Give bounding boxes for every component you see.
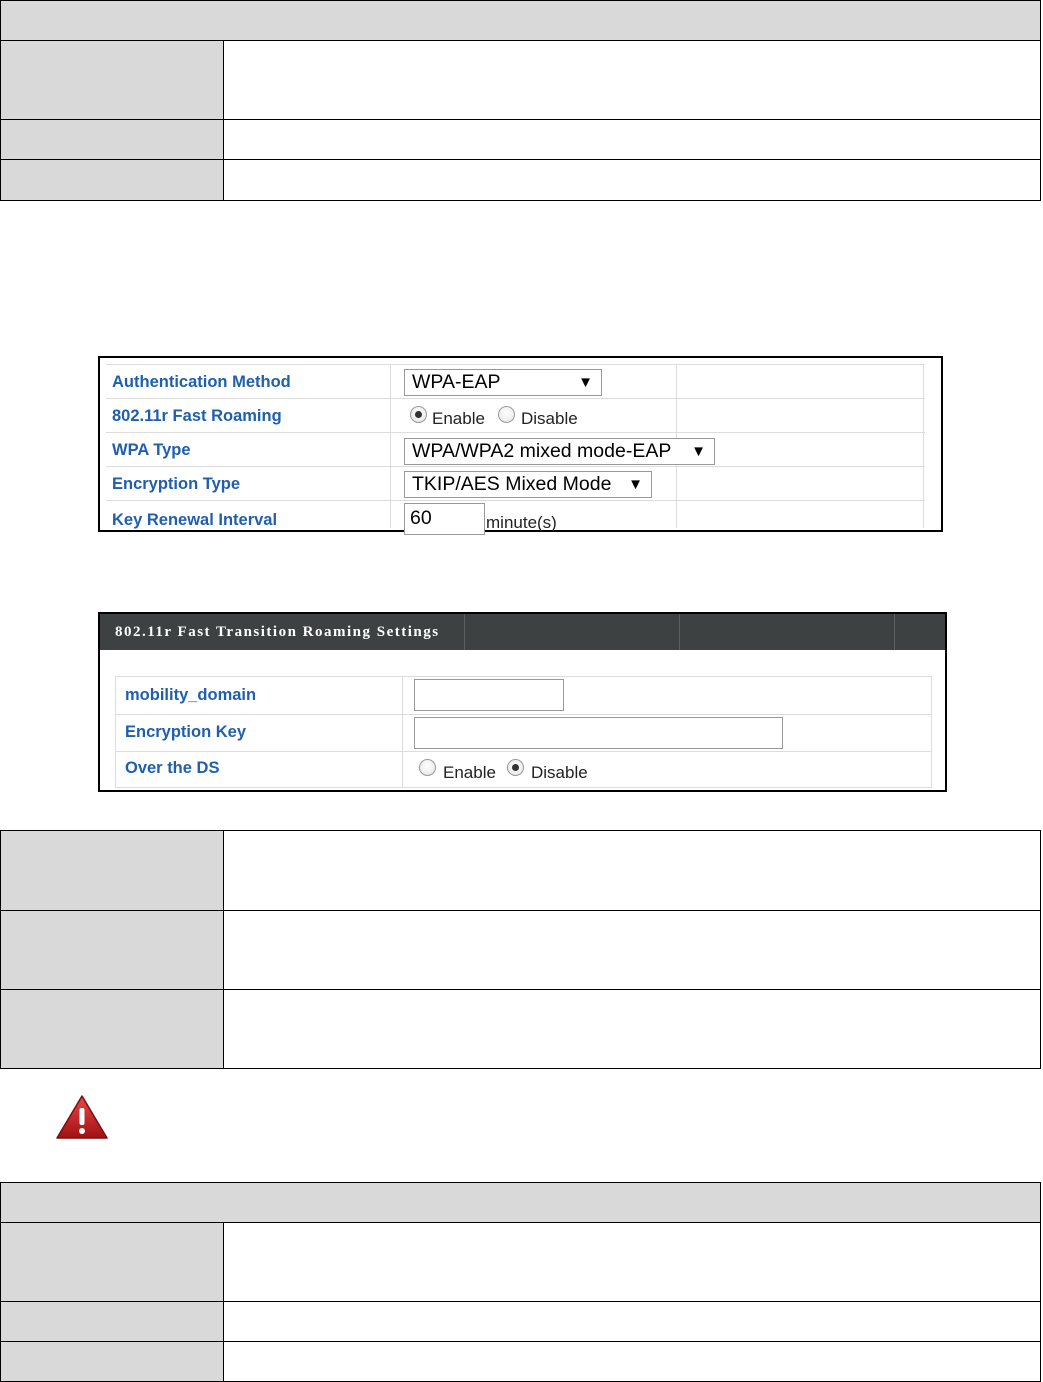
fast-transition-title: 802.11r Fast Transition Roaming Settings bbox=[115, 624, 440, 640]
row-label-cell bbox=[1, 1302, 224, 1341]
row-value-cell bbox=[224, 911, 1040, 989]
chevron-down-icon: ▼ bbox=[578, 374, 593, 391]
encryption-type-value: TKIP/AES Mixed Mode bbox=[412, 473, 612, 495]
encryption-type-label: Encryption Type bbox=[112, 475, 241, 493]
row-label-cell bbox=[1, 1223, 224, 1301]
encryption-type-row: Encryption Type TKIP/AES Mixed Mode ▼ bbox=[106, 466, 925, 501]
top-table-row bbox=[0, 119, 1041, 160]
over-the-ds-disable-radio[interactable] bbox=[507, 759, 524, 776]
fast-transition-header: 802.11r Fast Transition Roaming Settings bbox=[100, 614, 945, 650]
over-the-ds-label: Over the DS bbox=[125, 759, 220, 777]
row-value-cell bbox=[224, 990, 1040, 1068]
key-renewal-value: 60 bbox=[410, 507, 432, 529]
bottom-table-row bbox=[0, 1301, 1041, 1342]
middle-table-row bbox=[0, 830, 1041, 911]
encryption-key-input[interactable] bbox=[414, 717, 783, 749]
mobility-domain-input[interactable] bbox=[414, 679, 564, 711]
row-label-cell bbox=[1, 911, 224, 989]
row-value-cell bbox=[224, 1342, 1040, 1381]
fast-roaming-row: 802.11r Fast Roaming Enable Disable bbox=[106, 398, 925, 433]
top-table-header bbox=[0, 0, 1041, 41]
row-value-cell bbox=[224, 41, 1040, 119]
fast-roaming-disable-label: Disable bbox=[521, 409, 578, 428]
authentication-method-row: Authentication Method WPA-EAP ▼ bbox=[106, 364, 925, 399]
bottom-table-row bbox=[0, 1341, 1041, 1382]
authentication-method-value: WPA-EAP bbox=[412, 371, 501, 393]
chevron-down-icon: ▼ bbox=[628, 476, 643, 493]
mobility-domain-row: mobility_domain bbox=[116, 677, 931, 715]
security-settings-panel: Authentication Method WPA-EAP ▼ 802.11r … bbox=[98, 356, 943, 535]
row-label-cell bbox=[1, 990, 224, 1068]
key-renewal-label: Key Renewal Interval bbox=[112, 511, 278, 529]
header-divider bbox=[464, 614, 465, 650]
row-value-cell bbox=[224, 1302, 1040, 1341]
warning-triangle-icon bbox=[56, 1095, 108, 1139]
mobility-domain-label: mobility_domain bbox=[125, 686, 257, 704]
over-the-ds-enable-label: Enable bbox=[443, 763, 496, 782]
row-value-cell bbox=[224, 1223, 1040, 1301]
key-renewal-row: Key Renewal Interval 60 minute(s) bbox=[106, 500, 925, 535]
row-label-cell bbox=[1, 41, 224, 119]
fast-roaming-label: 802.11r Fast Roaming bbox=[112, 407, 282, 425]
encryption-key-label: Encryption Key bbox=[125, 723, 247, 741]
fast-transition-panel: 802.11r Fast Transition Roaming Settings… bbox=[98, 612, 947, 792]
row-label-cell bbox=[1, 831, 224, 910]
bottom-table-header bbox=[0, 1182, 1041, 1223]
bottom-table-row bbox=[0, 1222, 1041, 1302]
row-value-cell bbox=[224, 831, 1040, 910]
encryption-type-select[interactable]: TKIP/AES Mixed Mode ▼ bbox=[404, 471, 652, 498]
over-the-ds-row: Over the DS Enable Disable bbox=[116, 751, 931, 788]
over-the-ds-enable-radio[interactable] bbox=[419, 759, 436, 776]
top-table-row bbox=[0, 159, 1041, 201]
wpa-type-label: WPA Type bbox=[112, 441, 191, 459]
over-the-ds-disable-label: Disable bbox=[531, 763, 588, 782]
wpa-type-row: WPA Type WPA/WPA2 mixed mode-EAP ▼ bbox=[106, 432, 925, 467]
key-renewal-input[interactable]: 60 bbox=[404, 503, 485, 535]
middle-table-row bbox=[0, 910, 1041, 990]
key-renewal-unit: minute(s) bbox=[486, 513, 557, 532]
wpa-type-select[interactable]: WPA/WPA2 mixed mode-EAP ▼ bbox=[404, 438, 715, 465]
header-divider bbox=[679, 614, 680, 650]
fast-transition-body: mobility_domain Encryption Key Over the … bbox=[115, 676, 932, 788]
row-label-cell bbox=[1, 160, 224, 200]
fast-roaming-disable-radio[interactable] bbox=[498, 406, 515, 423]
row-value-cell bbox=[224, 120, 1040, 159]
fast-roaming-enable-label: Enable bbox=[432, 409, 485, 428]
chevron-down-icon: ▼ bbox=[691, 443, 706, 460]
row-label-cell bbox=[1, 120, 224, 159]
middle-table-row bbox=[0, 989, 1041, 1069]
top-table-row bbox=[0, 40, 1041, 120]
authentication-method-select[interactable]: WPA-EAP ▼ bbox=[404, 369, 602, 396]
encryption-key-row: Encryption Key bbox=[116, 714, 931, 752]
header-divider bbox=[894, 614, 895, 650]
row-label-cell bbox=[1, 1342, 224, 1381]
wpa-type-value: WPA/WPA2 mixed mode-EAP bbox=[412, 440, 672, 462]
fast-roaming-enable-radio[interactable] bbox=[410, 406, 427, 423]
authentication-method-label: Authentication Method bbox=[112, 373, 291, 391]
row-value-cell bbox=[224, 160, 1040, 200]
